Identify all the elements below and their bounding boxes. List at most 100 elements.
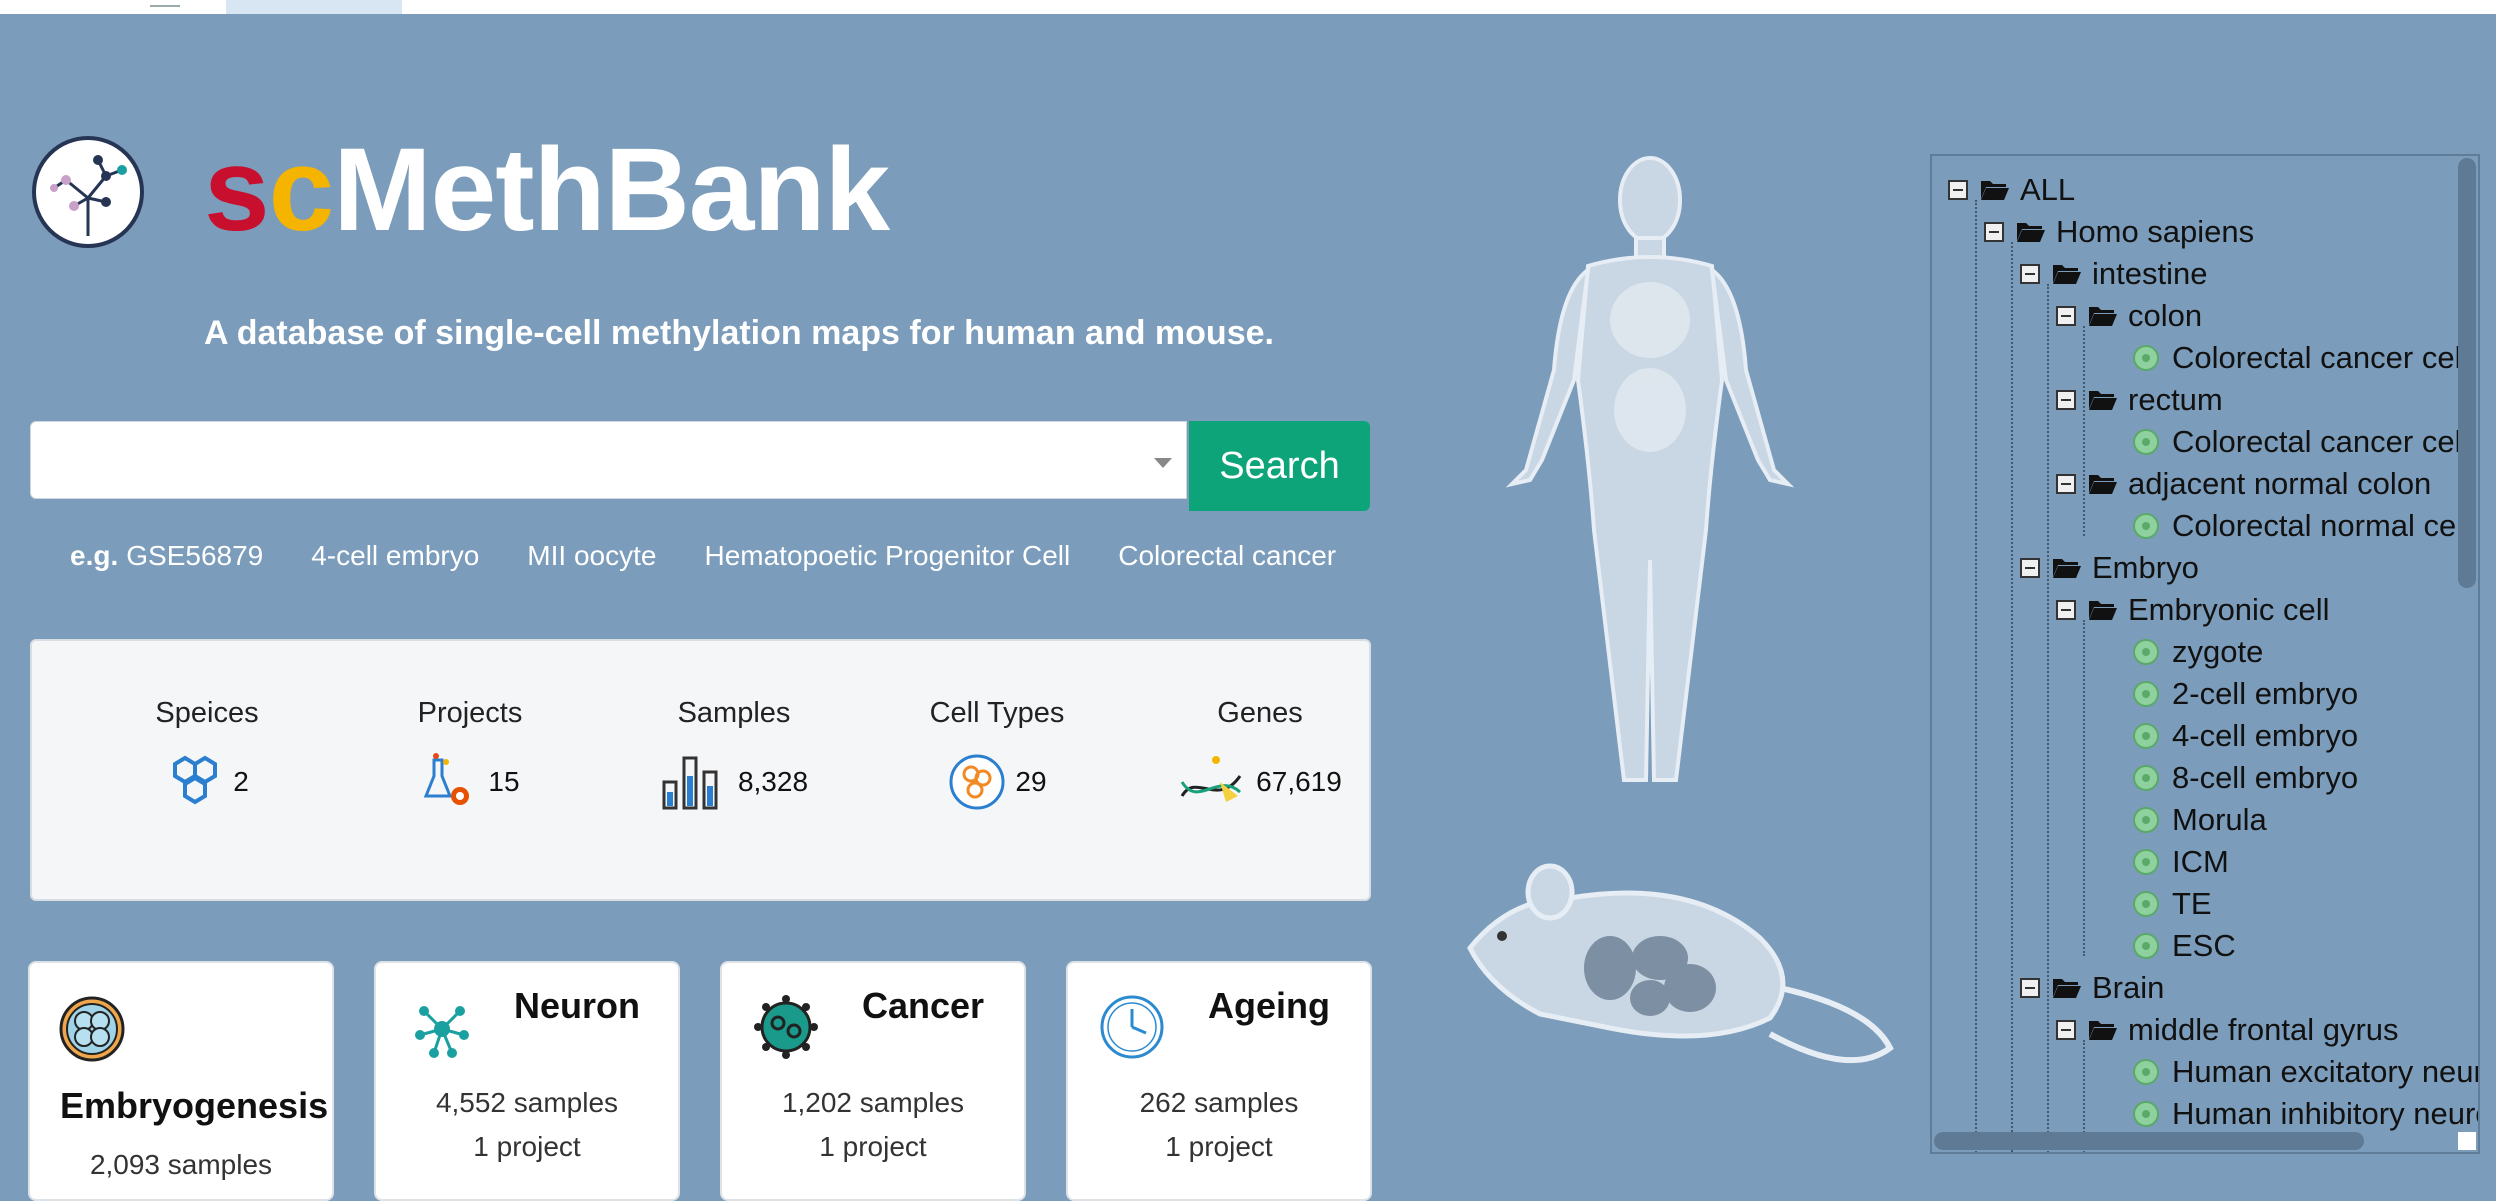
cell-leaf-icon bbox=[2133, 933, 2159, 959]
collapse-toggle-icon[interactable] bbox=[1948, 180, 1968, 200]
stat-value: 15 bbox=[488, 766, 520, 797]
chevron-down-icon[interactable] bbox=[1154, 458, 1172, 468]
collapse-toggle-icon[interactable] bbox=[2056, 306, 2076, 326]
stat-projects: Projects 15 bbox=[350, 697, 590, 812]
example-link[interactable]: GSE56879 bbox=[126, 540, 263, 572]
tree-leaf[interactable]: ICM bbox=[2132, 843, 2229, 881]
dna-icon bbox=[1180, 756, 1242, 802]
site-title: scMethBank bbox=[204, 120, 890, 260]
test-tubes-icon bbox=[662, 756, 718, 810]
folder-open-icon bbox=[1981, 181, 2009, 200]
category-card-neuron[interactable]: Neuron 4,552 samples 1 project bbox=[374, 961, 680, 1201]
tree-node-label: ALL bbox=[2020, 172, 2076, 207]
example-link[interactable]: 4-cell embryo bbox=[311, 540, 479, 572]
collapse-toggle-icon[interactable] bbox=[2020, 978, 2040, 998]
search-input[interactable] bbox=[30, 421, 1187, 499]
collapse-toggle-icon[interactable] bbox=[2056, 1020, 2076, 1040]
folder-open-icon bbox=[2017, 223, 2045, 242]
tree-leaf[interactable]: Human inhibitory neuron bbox=[2132, 1095, 2480, 1133]
collapse-toggle-icon[interactable] bbox=[2020, 558, 2040, 578]
card-projects: 1 project bbox=[819, 1131, 927, 1162]
tree-node-label: Human inhibitory neuron bbox=[2172, 1096, 2480, 1131]
cell-leaf-icon bbox=[2133, 723, 2159, 749]
collapse-toggle-icon[interactable] bbox=[2056, 390, 2076, 410]
tree-node-label: ICM bbox=[2172, 844, 2229, 879]
tree-node-label: Embryo bbox=[2092, 550, 2199, 585]
tree-connector-line bbox=[2083, 620, 2085, 956]
folder-open-icon bbox=[2053, 979, 2081, 998]
example-link[interactable]: Hematopoetic Progenitor Cell bbox=[704, 540, 1070, 572]
tree-leaf[interactable]: 8-cell embryo bbox=[2132, 759, 2358, 797]
tree-node-homo-sapiens[interactable]: Homo sapiens bbox=[1984, 213, 2254, 251]
browser-tab-bar bbox=[0, 0, 2496, 14]
card-title: Neuron bbox=[514, 985, 640, 1026]
human-body-illustration[interactable] bbox=[1470, 140, 1830, 800]
tree-node-rectum[interactable]: rectum bbox=[2056, 381, 2223, 419]
tree-leaf[interactable]: TE bbox=[2132, 885, 2212, 923]
tree-node-colon[interactable]: colon bbox=[2056, 297, 2202, 335]
example-link[interactable]: MII oocyte bbox=[527, 540, 656, 572]
tree-node-brain[interactable]: Brain bbox=[2020, 969, 2164, 1007]
tree-leaf[interactable]: 2-cell embryo bbox=[2132, 675, 2358, 713]
tree-node-embryo[interactable]: Embryo bbox=[2020, 549, 2199, 587]
tree-leaf[interactable]: zygote bbox=[2132, 633, 2263, 671]
tree-leaf[interactable]: Colorectal cancer cell bbox=[2132, 423, 2468, 461]
cell-leaf-icon bbox=[2133, 429, 2159, 455]
tree-node-label: zygote bbox=[2172, 634, 2264, 669]
folder-open-icon bbox=[2089, 475, 2117, 494]
card-samples: 1,202 samples bbox=[781, 1087, 965, 1118]
collapse-toggle-icon[interactable] bbox=[2020, 264, 2040, 284]
tree-node-all[interactable]: ALL bbox=[1948, 171, 2075, 209]
stat-cell-types: Cell Types 29 bbox=[877, 697, 1117, 812]
search-button[interactable]: Search bbox=[1189, 421, 1370, 511]
tree-node-middle-frontal-gyrus[interactable]: middle frontal gyrus bbox=[2056, 1011, 2399, 1049]
tree-node-embryonic-cell[interactable]: Embryonic cell bbox=[2056, 591, 2330, 629]
stat-label: Projects bbox=[417, 697, 523, 729]
collapse-toggle-icon[interactable] bbox=[2056, 600, 2076, 620]
active-tab[interactable] bbox=[226, 0, 402, 14]
tree-connector-line bbox=[1975, 200, 1977, 1152]
tree-leaf[interactable]: Colorectal normal cell bbox=[2132, 507, 2470, 545]
tree-leaf[interactable]: Human excitatory neuron bbox=[2132, 1053, 2478, 1091]
tree-node-intestine[interactable]: intestine bbox=[2020, 255, 2207, 293]
stat-species: Speices 2 bbox=[87, 697, 327, 812]
tree-leaf[interactable]: Morula bbox=[2132, 801, 2267, 839]
tagline: A database of single-cell methylation ma… bbox=[204, 314, 1274, 352]
cell-leaf-icon bbox=[2133, 807, 2159, 833]
stat-samples: Samples 8,328 bbox=[614, 697, 854, 812]
card-samples: 2,093 samples bbox=[89, 1149, 273, 1180]
tree-leaf[interactable]: ESC bbox=[2132, 927, 2236, 965]
card-title: Embryogenesis bbox=[60, 1085, 329, 1126]
card-title: Cancer bbox=[862, 985, 985, 1026]
tree-vertical-scrollbar[interactable] bbox=[2458, 158, 2476, 588]
mouse-illustration[interactable] bbox=[1450, 858, 1900, 1078]
category-card-embryogenesis[interactable]: Embryogenesis 2,093 samples bbox=[28, 961, 334, 1201]
tree-leaf[interactable]: Colorectal cancer cell bbox=[2132, 339, 2468, 377]
tree-node-label: middle frontal gyrus bbox=[2128, 1012, 2399, 1047]
folder-open-icon bbox=[2089, 391, 2117, 410]
logo-icon bbox=[32, 136, 144, 248]
card-projects: 1 project bbox=[473, 1131, 581, 1162]
category-card-cancer[interactable]: Cancer 1,202 samples 1 project bbox=[720, 961, 1026, 1201]
tree-node-label: Morula bbox=[2172, 802, 2267, 837]
brand-letter-c: c bbox=[268, 124, 335, 256]
example-queries: e.g. GSE56879 4-cell embryo MII oocyte H… bbox=[70, 540, 1384, 572]
taxonomy-tree[interactable]: ALL Homo sapiens intestine colon Colorec… bbox=[1930, 154, 2480, 1154]
tree-node-adjacent-normal-colon[interactable]: adjacent normal colon bbox=[2056, 465, 2431, 503]
stat-value: 8,328 bbox=[737, 766, 809, 797]
tree-node-label: Embryonic cell bbox=[2128, 592, 2330, 627]
cell-leaf-icon bbox=[2133, 681, 2159, 707]
cancer-cell-icon bbox=[754, 995, 818, 1059]
clock-icon bbox=[1100, 995, 1164, 1059]
stat-label: Genes bbox=[1217, 697, 1303, 729]
tree-node-label: colon bbox=[2128, 298, 2203, 333]
tab-indicator bbox=[150, 0, 180, 7]
cell-leaf-icon bbox=[2133, 1101, 2159, 1127]
tree-horizontal-scrollbar[interactable] bbox=[1934, 1132, 2364, 1150]
example-link[interactable]: Colorectal cancer bbox=[1118, 540, 1336, 572]
collapse-toggle-icon[interactable] bbox=[1984, 222, 2004, 242]
collapse-toggle-icon[interactable] bbox=[2056, 474, 2076, 494]
category-card-ageing[interactable]: Ageing 262 samples 1 project bbox=[1066, 961, 1372, 1201]
brand-letter-s: s bbox=[204, 124, 270, 256]
tree-leaf[interactable]: 4-cell embryo bbox=[2132, 717, 2358, 755]
